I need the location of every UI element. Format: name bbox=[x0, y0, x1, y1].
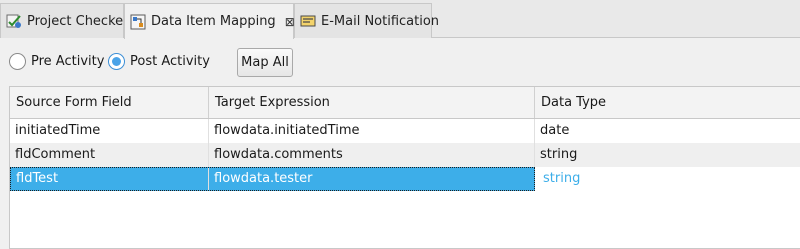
source-field-cell[interactable]: initiatedTime bbox=[10, 119, 209, 143]
tab-project-checker[interactable]: Project Checker bbox=[0, 3, 128, 38]
project-checker-icon bbox=[6, 14, 21, 28]
close-tab-icon[interactable]: ⊠ bbox=[285, 15, 295, 29]
pre-activity-label: Pre Activity bbox=[31, 54, 105, 69]
tab-label: Project Checker bbox=[27, 13, 129, 29]
map-all-button[interactable]: Map All bbox=[237, 48, 293, 77]
source-field-cell[interactable]: fldTest bbox=[10, 167, 209, 191]
radio-circle[interactable] bbox=[9, 53, 26, 70]
editor-tab-bar: Project Checker Data Item Mapping ⊠ E-Ma… bbox=[0, 0, 800, 39]
mapping-table: Source Form Field Target Expression Data… bbox=[9, 86, 800, 249]
activity-options-bar: Pre Activity Post Activity Map All bbox=[0, 38, 800, 86]
tab-data-item-mapping[interactable]: Data Item Mapping ⊠ bbox=[124, 3, 295, 39]
table-row[interactable]: fldComment flowdata.comments string bbox=[10, 143, 800, 167]
tab-label: E-Mail Notification bbox=[321, 13, 440, 29]
target-expression-cell[interactable]: flowdata.tester bbox=[209, 167, 535, 191]
data-type-cell[interactable]: date bbox=[535, 119, 800, 143]
column-header-source-form-field[interactable]: Source Form Field bbox=[10, 87, 209, 118]
email-notification-icon bbox=[300, 15, 316, 27]
pre-activity-radio[interactable]: Pre Activity bbox=[9, 53, 104, 70]
radio-circle[interactable] bbox=[108, 53, 125, 70]
data-mapping-icon bbox=[130, 14, 146, 29]
tab-email-notification[interactable]: E-Mail Notification bbox=[294, 3, 439, 38]
table-header: Source Form Field Target Expression Data… bbox=[10, 87, 800, 119]
data-type-cell[interactable]: string bbox=[535, 167, 800, 191]
table-row-selected[interactable]: fldTest flowdata.tester string bbox=[10, 167, 800, 191]
column-header-target-expression[interactable]: Target Expression bbox=[209, 87, 535, 118]
tab-label: Data Item Mapping bbox=[151, 14, 276, 29]
data-type-cell[interactable]: string bbox=[535, 143, 800, 167]
post-activity-radio[interactable]: Post Activity bbox=[108, 53, 210, 70]
column-header-data-type[interactable]: Data Type bbox=[535, 87, 800, 118]
table-row[interactable]: initiatedTime flowdata.initiatedTime dat… bbox=[10, 119, 800, 143]
post-activity-label: Post Activity bbox=[130, 54, 210, 69]
target-expression-cell[interactable]: flowdata.initiatedTime bbox=[209, 119, 535, 143]
source-field-cell[interactable]: fldComment bbox=[10, 143, 209, 167]
target-expression-cell[interactable]: flowdata.comments bbox=[209, 143, 535, 167]
